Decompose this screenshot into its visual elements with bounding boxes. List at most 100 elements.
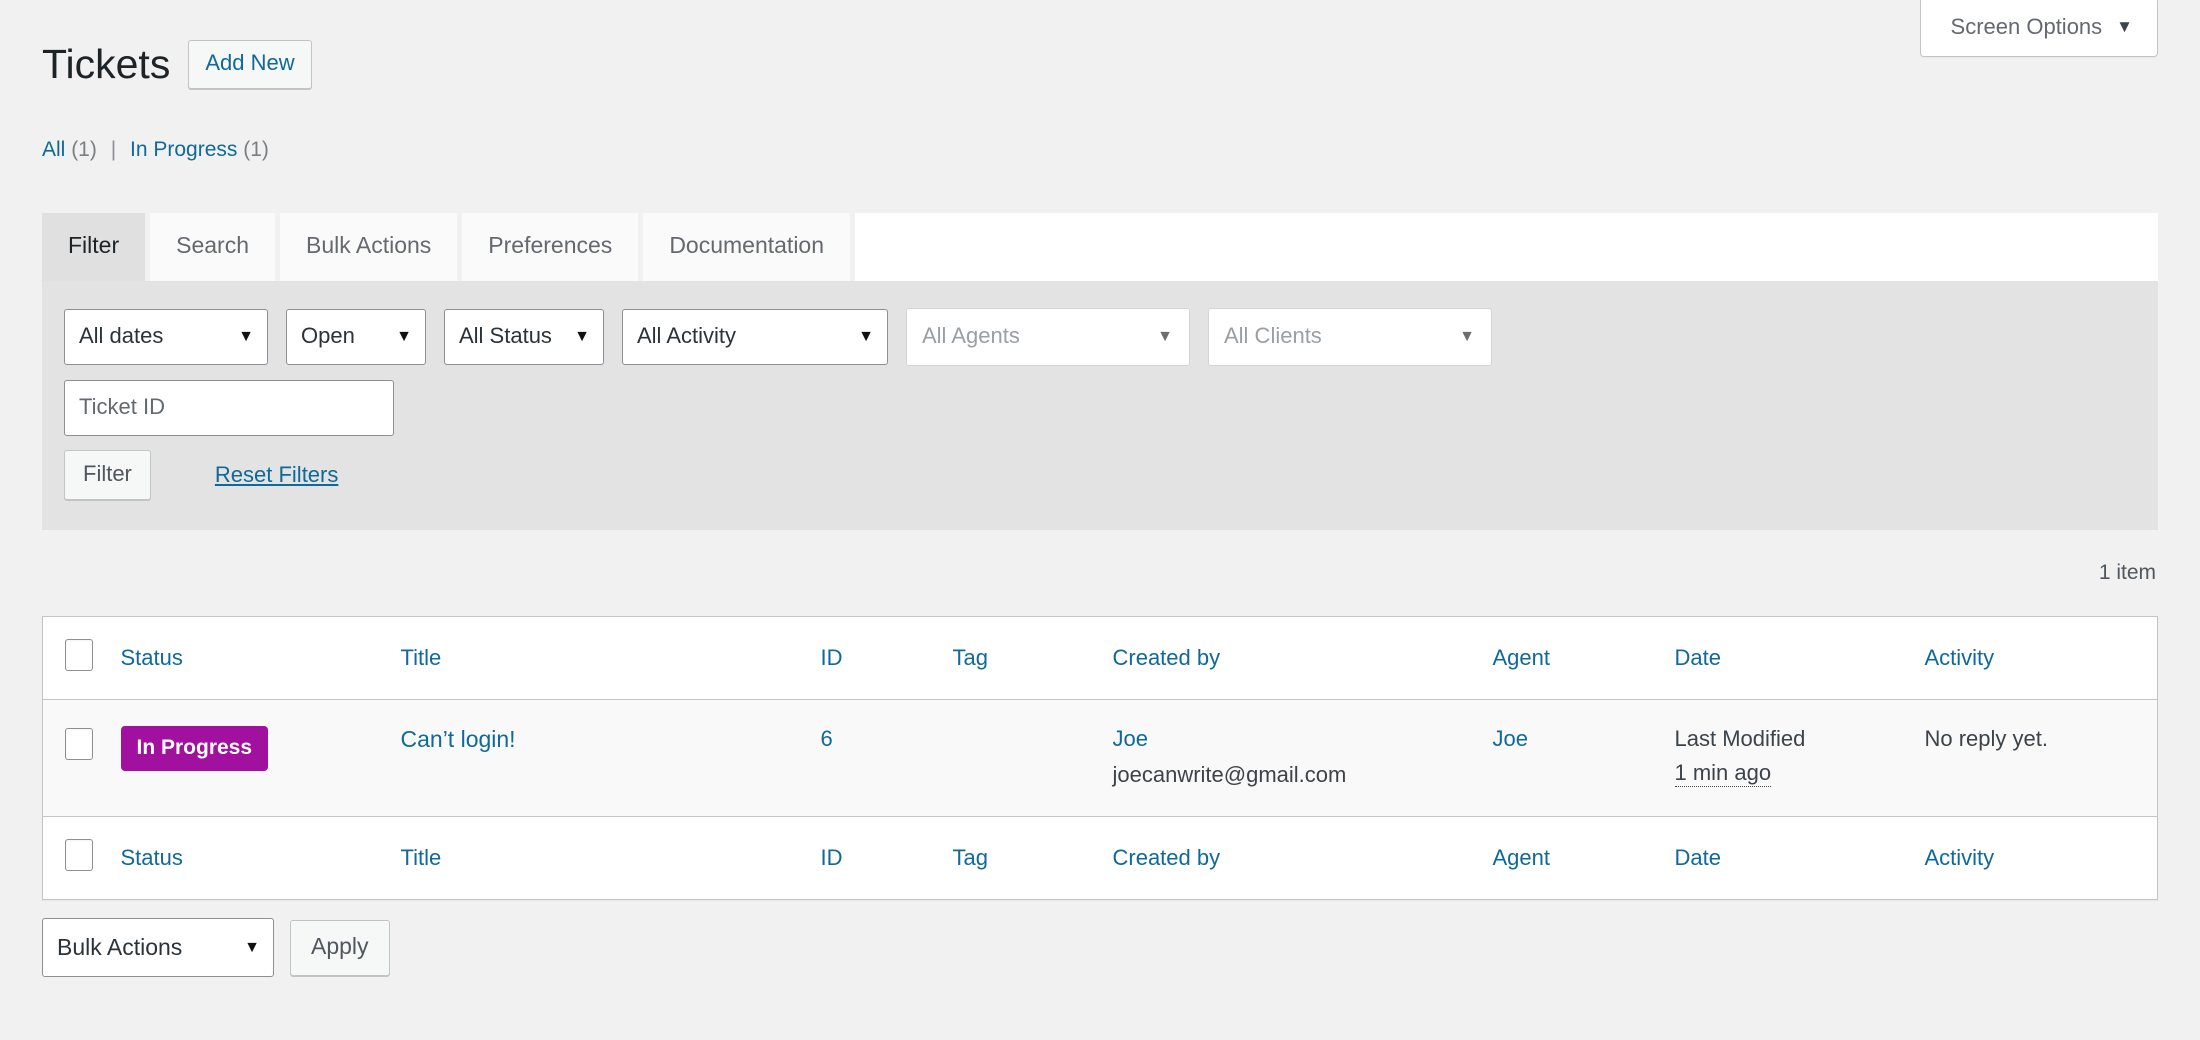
table-row: In Progress Can’t login! 6 Joe joecanwri… — [42, 699, 2158, 818]
column-header-status: Status — [120, 616, 401, 701]
sort-activity-link-footer[interactable]: Activity — [1925, 845, 1995, 870]
all-dates-select-wrap: All dates ▼ — [64, 309, 268, 365]
status-link-all-count: (1) — [71, 138, 97, 162]
tab-bulk-actions[interactable]: Bulk Actions — [280, 213, 458, 282]
add-new-button[interactable]: Add New — [188, 40, 312, 89]
all-dates-select[interactable]: All dates — [64, 309, 268, 365]
status-link-in-progress[interactable]: In Progress — [130, 138, 237, 161]
row-title-cell: Can’t login! — [400, 699, 821, 818]
all-clients-select[interactable]: All Clients ▼ — [1208, 308, 1492, 366]
all-status-select-wrap: All Status ▼ — [444, 309, 604, 365]
tickets-table-foot: Status Title ID Tag Created by Agent Dat… — [42, 816, 2158, 900]
select-all-checkbox-footer[interactable] — [65, 839, 93, 872]
table-footer-row: Status Title ID Tag Created by Agent Dat… — [42, 816, 2158, 900]
ticket-id-input[interactable] — [64, 379, 394, 436]
tab-preferences[interactable]: Preferences — [462, 213, 639, 282]
apply-button[interactable]: Apply — [290, 919, 390, 976]
sort-tag-link-footer[interactable]: Tag — [953, 845, 988, 870]
sort-agent-link-footer[interactable]: Agent — [1493, 845, 1551, 870]
sort-agent-link[interactable]: Agent — [1493, 645, 1551, 670]
row-agent-cell: Joe — [1492, 699, 1675, 818]
sort-created-by-link[interactable]: Created by — [1113, 645, 1221, 670]
sort-created-by-link-footer[interactable]: Created by — [1113, 845, 1221, 870]
sort-activity-link[interactable]: Activity — [1925, 645, 1995, 670]
filter-row-ticket-id — [64, 379, 2136, 436]
column-footer-date: Date — [1674, 816, 1925, 900]
open-status-select-wrap: Open ▼ — [286, 309, 426, 365]
tab-documentation[interactable]: Documentation — [643, 213, 851, 282]
screen-options-button[interactable]: Screen Options ▼ — [1919, 0, 2158, 57]
page-title: Tickets — [42, 41, 171, 87]
row-status-cell: In Progress — [120, 699, 401, 818]
date-label: Last Modified — [1674, 726, 1806, 752]
date-relative: 1 min ago — [1674, 760, 1772, 788]
select-all-header — [42, 616, 121, 701]
page-wrap: Tickets Add New All (1) | In Progress (1… — [0, 0, 2200, 978]
screen-options-label: Screen Options — [1950, 14, 2103, 39]
tablenav-bottom: Bulk Actions ▼ Apply — [42, 900, 2158, 978]
row-select-cell — [42, 699, 121, 818]
all-clients-value: All Clients — [1224, 323, 1322, 349]
filter-panel: All dates ▼ Open ▼ All Status ▼ All Acti… — [42, 282, 2158, 531]
select-all-footer-header — [42, 816, 121, 900]
ticket-id-link[interactable]: 6 — [821, 726, 833, 751]
ticket-title-link[interactable]: Can’t login! — [401, 726, 516, 752]
tab-bar: Filter Search Bulk Actions Preferences D… — [42, 213, 2158, 283]
tickets-table: Status Title ID Tag Created by Agent Dat… — [42, 616, 2158, 901]
sort-tag-link[interactable]: Tag — [953, 645, 988, 670]
tab-bar-filler — [855, 213, 2158, 282]
bulk-actions-select-wrap: Bulk Actions ▼ — [42, 918, 274, 978]
status-link-in-progress-item: In Progress (1) — [130, 129, 269, 171]
all-agents-value: All Agents — [922, 323, 1020, 349]
column-footer-title: Title — [400, 816, 821, 900]
chevron-down-icon: ▼ — [2116, 17, 2133, 36]
open-status-select[interactable]: Open — [286, 309, 426, 365]
all-activity-select-wrap: All Activity ▼ — [622, 309, 888, 365]
creator-name-link[interactable]: Joe — [1113, 726, 1148, 751]
row-date-cell: Last Modified 1 min ago — [1674, 699, 1925, 818]
all-agents-select[interactable]: All Agents ▼ — [906, 308, 1190, 366]
status-link-all[interactable]: All — [42, 138, 65, 161]
select-all-checkbox[interactable] — [65, 639, 93, 672]
filter-row-selects: All dates ▼ Open ▼ All Status ▼ All Acti… — [64, 308, 2136, 366]
column-header-id: ID — [820, 616, 953, 701]
bulk-actions-select[interactable]: Bulk Actions — [42, 918, 274, 978]
row-checkbox[interactable] — [65, 728, 93, 761]
tab-filter[interactable]: Filter — [42, 213, 146, 282]
reset-filters-link[interactable]: Reset Filters — [215, 462, 338, 488]
tab-search[interactable]: Search — [150, 213, 275, 282]
sort-id-link-footer[interactable]: ID — [821, 845, 843, 870]
agent-link[interactable]: Joe — [1493, 726, 1528, 751]
status-badge[interactable]: In Progress — [120, 726, 269, 772]
column-header-created-by: Created by — [1112, 616, 1493, 701]
all-status-select[interactable]: All Status — [444, 309, 604, 365]
activity-text: No reply yet. — [1924, 726, 2049, 752]
column-header-agent: Agent — [1492, 616, 1675, 701]
creator-email: joecanwrite@gmail.com — [1112, 762, 1347, 788]
sort-status-link[interactable]: Status — [121, 645, 183, 670]
filter-button[interactable]: Filter — [64, 449, 151, 501]
sort-date-link[interactable]: Date — [1675, 645, 1721, 670]
sort-id-link[interactable]: ID — [821, 645, 843, 670]
row-created-by-cell: Joe joecanwrite@gmail.com — [1112, 699, 1493, 818]
column-header-title: Title — [400, 616, 821, 701]
column-header-activity: Activity — [1924, 616, 2158, 701]
tablenav-top: 1 item — [42, 530, 2158, 616]
column-footer-agent: Agent — [1492, 816, 1675, 900]
column-footer-id: ID — [820, 816, 953, 900]
column-footer-created-by: Created by — [1112, 816, 1493, 900]
status-link-all-item: All (1) | — [42, 129, 124, 171]
sort-status-link-footer[interactable]: Status — [121, 845, 183, 870]
tickets-table-head: Status Title ID Tag Created by Agent Dat… — [42, 616, 2158, 701]
column-footer-tag: Tag — [952, 816, 1113, 900]
column-footer-activity: Activity — [1924, 816, 2158, 900]
table-header-row: Status Title ID Tag Created by Agent Dat… — [42, 616, 2158, 701]
page-header: Tickets Add New — [42, 0, 2158, 103]
sort-date-link-footer[interactable]: Date — [1675, 845, 1721, 870]
tickets-table-body: In Progress Can’t login! 6 Joe joecanwri… — [42, 699, 2158, 818]
sort-title-link[interactable]: Title — [401, 645, 442, 670]
status-link-in-progress-count: (1) — [243, 138, 269, 162]
sort-title-link-footer[interactable]: Title — [401, 845, 442, 870]
screen-meta-links: Screen Options ▼ — [1919, 0, 2158, 57]
all-activity-select[interactable]: All Activity — [622, 309, 888, 365]
